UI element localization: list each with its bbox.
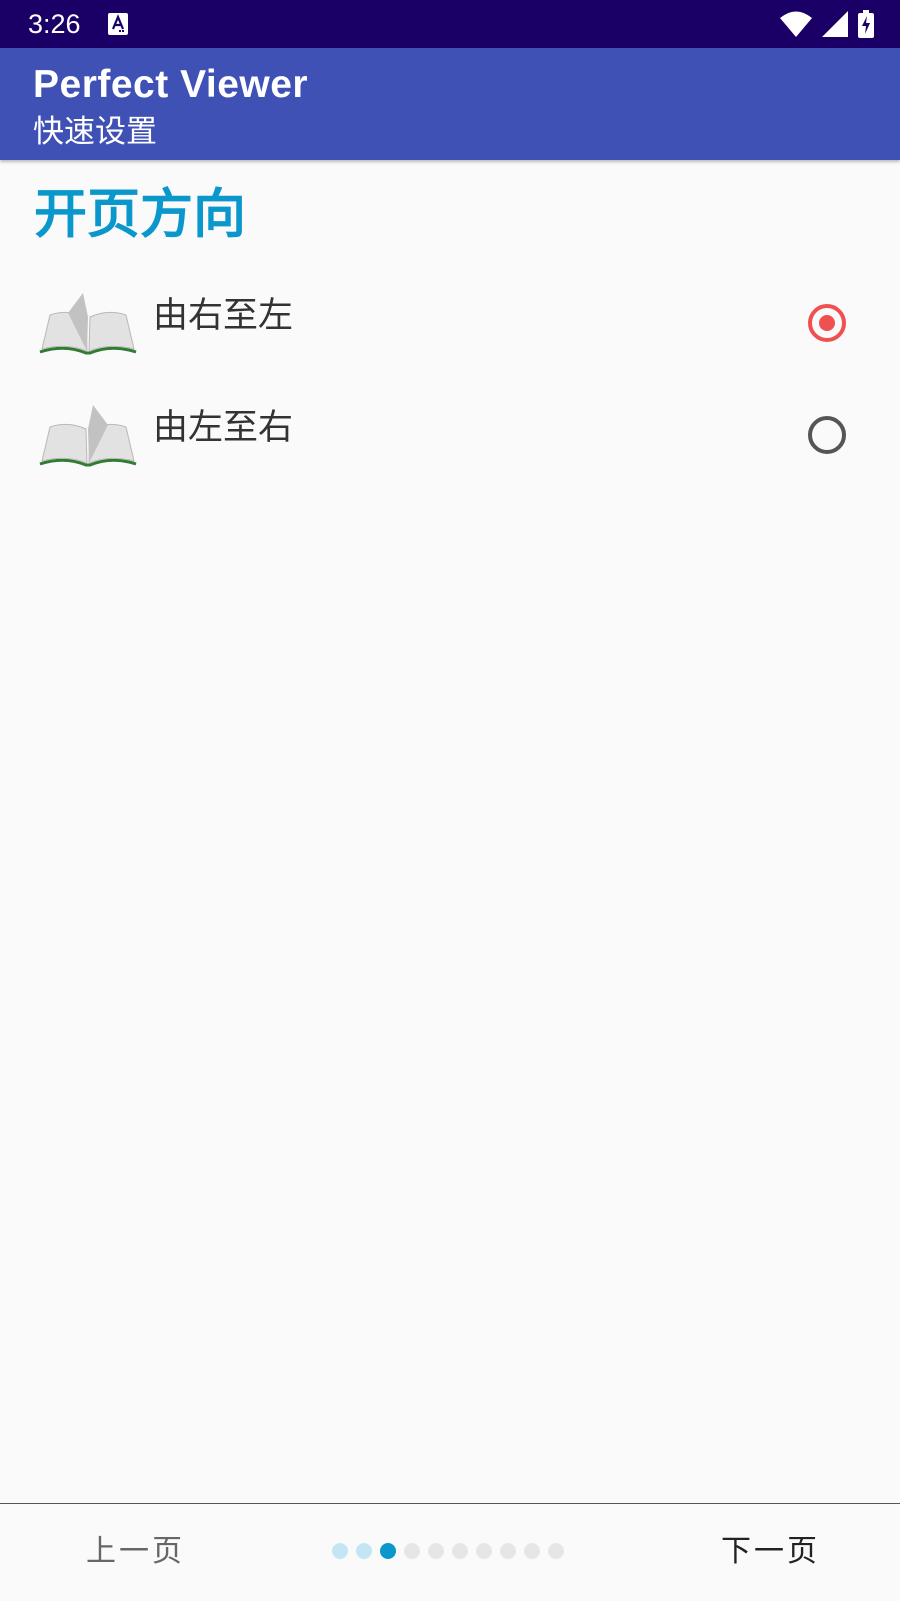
radio-button-unchecked[interactable] [808, 416, 846, 454]
radio-dot [819, 315, 835, 331]
wifi-icon [780, 11, 812, 37]
open-book-icon [39, 405, 137, 467]
next-page-button[interactable]: 下一页 [721, 1526, 820, 1578]
page-dot [500, 1543, 516, 1559]
radio-button-checked[interactable] [808, 304, 846, 342]
app-subtitle: 快速设置 [33, 114, 157, 150]
status-time: 3:26 [28, 9, 81, 39]
battery-charging-icon [858, 10, 874, 38]
page-dot [404, 1543, 420, 1559]
page-dot [548, 1543, 564, 1559]
bottom-navigation: 上一页 下一页 [0, 1503, 900, 1601]
open-book-icon [39, 293, 137, 355]
section-title: 开页方向 [34, 184, 246, 245]
page-dot [428, 1543, 444, 1559]
option-label: 由左至右 [153, 408, 294, 448]
cell-signal-icon [822, 11, 848, 37]
option-right-to-left[interactable]: 由右至左 [0, 282, 900, 382]
option-left-to-right[interactable]: 由左至右 [0, 394, 900, 494]
page-dot [356, 1543, 372, 1559]
page-indicator [332, 1543, 564, 1559]
status-icons [780, 10, 874, 38]
page-dot [332, 1543, 348, 1559]
autofill-a-icon [108, 13, 128, 35]
prev-page-button[interactable]: 上一页 [86, 1526, 185, 1578]
page-dot [476, 1543, 492, 1559]
app-title: Perfect Viewer [33, 63, 309, 106]
page-dot [452, 1543, 468, 1559]
option-label: 由右至左 [153, 296, 294, 336]
status-bar: 3:26 [0, 0, 900, 48]
page-dot [380, 1543, 396, 1559]
app-bar: Perfect Viewer 快速设置 [0, 48, 900, 160]
page-dot [524, 1543, 540, 1559]
